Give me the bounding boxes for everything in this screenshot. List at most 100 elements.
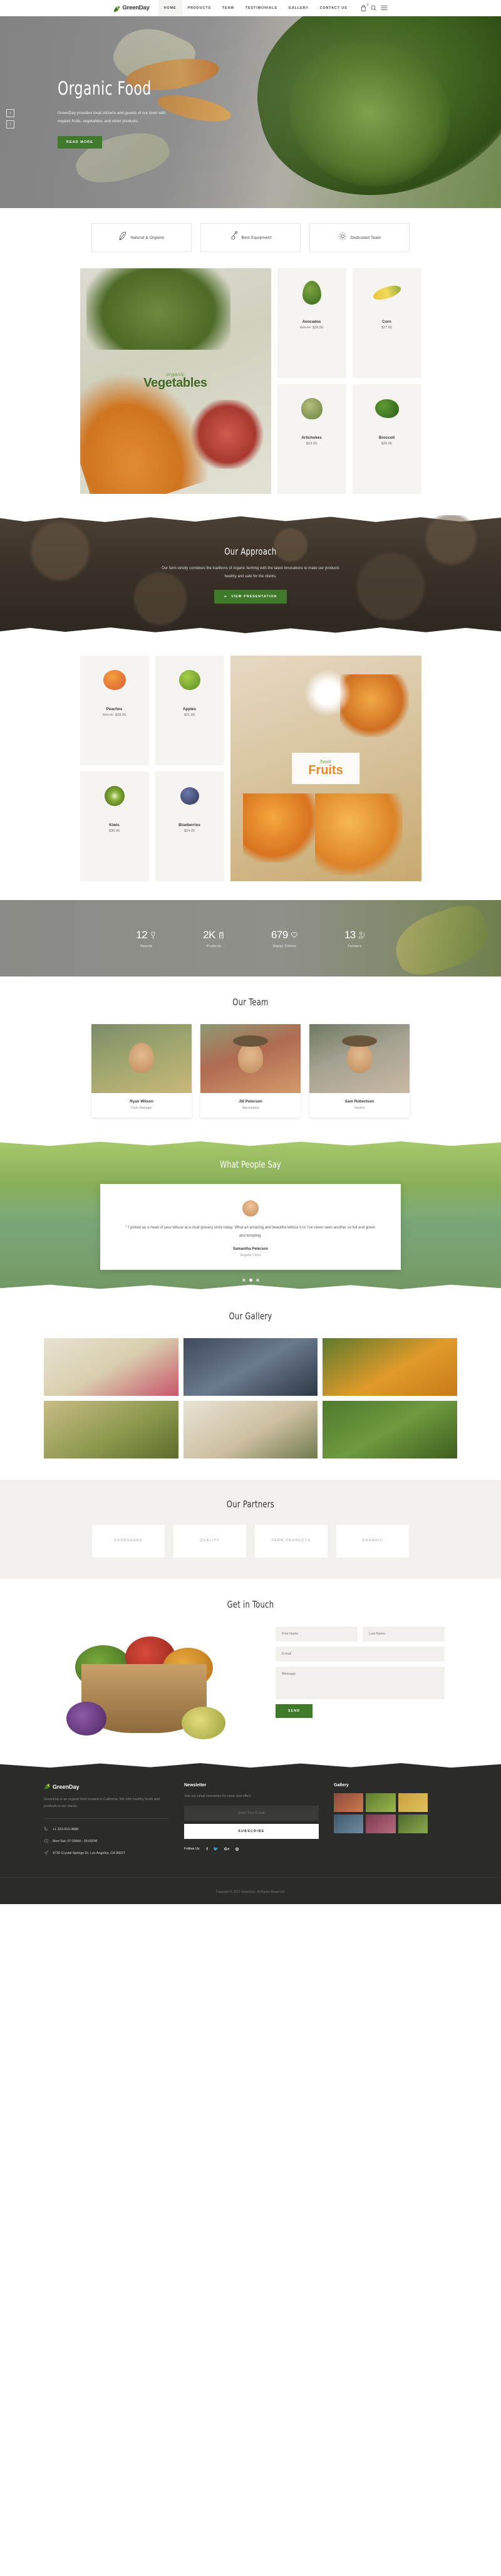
partner-logo[interactable]: FOODSHARE	[92, 1525, 165, 1558]
product-card[interactable]: Peaches $59.00 $28.00	[80, 656, 149, 765]
stat-products: 2K Products	[203, 929, 225, 948]
fruits-banner[interactable]: fresh Fruits	[230, 656, 421, 881]
footer-address-text: 4730 Crystal Springs Dr, Los Angeles, CA…	[53, 1851, 125, 1856]
header-icons: 2	[361, 3, 388, 11]
product-price: $59.00 $28.00	[102, 713, 127, 717]
approach-text: Our farm strictly combines the tradition…	[162, 566, 339, 579]
last-name-input[interactable]	[363, 1626, 445, 1641]
nav-item-contact-us[interactable]: CONTACT US	[314, 0, 353, 16]
vegetables-banner[interactable]: organic Vegetables	[80, 268, 271, 494]
hero-read-more-button[interactable]: READ MORE	[58, 135, 102, 149]
nav-item-home[interactable]: HOME	[158, 0, 182, 16]
footer-gallery-item[interactable]	[334, 1814, 364, 1833]
product-card[interactable]: Corn $27.00	[352, 268, 421, 378]
product-card[interactable]: Avocados $59.00 $28.00	[277, 268, 346, 378]
footer-gallery-title: Gallery	[334, 1783, 349, 1788]
nav-item-gallery[interactable]: GALLERY	[283, 0, 314, 16]
team-member-card[interactable]: Ryan Wilson Farm Manager	[91, 1024, 192, 1118]
carousel-dots[interactable]	[242, 1279, 259, 1282]
gallery-item[interactable]	[323, 1401, 457, 1458]
product-card[interactable]: Apples $21.00	[155, 656, 224, 765]
footer-gallery-item[interactable]	[334, 1793, 364, 1812]
gallery-item[interactable]	[44, 1401, 178, 1458]
logo[interactable]: GreenDay	[113, 4, 150, 12]
partner-logo-text: QUALITY	[200, 1539, 220, 1543]
partner-logo[interactable]: QUALITY	[173, 1525, 246, 1558]
gallery-item[interactable]	[183, 1401, 318, 1458]
hero-title: Organic Food	[58, 78, 152, 99]
nav-item-team[interactable]: TEAM	[217, 0, 240, 16]
team-member-card[interactable]: Jill Peterson Agronomist	[200, 1024, 301, 1118]
newsletter-email-input[interactable]	[184, 1806, 319, 1821]
stat-farmers: 13 Farmers	[344, 929, 365, 948]
gallery-item[interactable]	[183, 1338, 318, 1396]
partner-logo[interactable]: ORGANIC	[336, 1525, 409, 1558]
product-name: Artichokes	[301, 436, 322, 440]
testimonial-author: Samantha Peterson	[232, 1247, 269, 1252]
testimonial-card: “ I picked up a head of your lettuce at …	[100, 1184, 401, 1270]
product-card[interactable]: Blueberries $24.00	[155, 772, 224, 881]
carousel-dot[interactable]	[256, 1279, 259, 1282]
contact-section: Get in Touch SEND	[0, 1579, 501, 1746]
fruits-section: Peaches $59.00 $28.00 Apples $21.00 Kiwis…	[0, 634, 501, 900]
product-image	[277, 268, 346, 317]
feature-natural-organic[interactable]: Natural & Organic	[91, 223, 192, 252]
twitter-icon[interactable]: 🐦	[214, 1846, 219, 1851]
footer-gallery-item[interactable]	[366, 1793, 396, 1812]
footer-gallery-item[interactable]	[366, 1814, 396, 1833]
member-name: Ryan Wilson	[130, 1099, 153, 1104]
message-input[interactable]	[276, 1667, 445, 1699]
location-arrow-icon	[44, 1850, 49, 1856]
google-plus-icon[interactable]: G+	[224, 1847, 230, 1851]
feature-label: Dedicated Team	[350, 235, 381, 240]
stat-label: Happy Clients	[272, 944, 297, 948]
footer-logo[interactable]: GreenDay	[44, 1783, 169, 1790]
cart-button[interactable]: 2	[361, 3, 369, 11]
subscribe-button[interactable]: SUBSCRIBE	[184, 1824, 319, 1840]
team-member-card[interactable]: Sam Robertson Farmer	[309, 1024, 410, 1118]
product-card[interactable]: Kiwis $30.00	[80, 772, 149, 881]
product-image	[277, 384, 346, 433]
newsletter-text: Join our email newsletter for news and o…	[184, 1794, 251, 1798]
product-card[interactable]: Artichokes $23.00	[277, 384, 346, 494]
email-input[interactable]	[276, 1647, 445, 1662]
first-name-input[interactable]	[276, 1626, 358, 1641]
feature-label: Best Equipment	[241, 235, 272, 240]
menu-button[interactable]	[381, 5, 388, 11]
gallery-item[interactable]	[323, 1338, 457, 1396]
carousel-dot[interactable]	[242, 1279, 245, 1282]
footer-gallery-item[interactable]	[398, 1793, 428, 1812]
stat-label: Products	[206, 944, 222, 948]
facebook-icon[interactable]: f	[207, 1847, 208, 1851]
gallery-item[interactable]	[44, 1338, 178, 1396]
partner-logo[interactable]: FARM PRODUCTS	[255, 1525, 328, 1558]
send-button[interactable]: SEND	[276, 1704, 313, 1718]
search-button[interactable]	[371, 5, 376, 11]
approach-title: Our Approach	[224, 545, 277, 557]
fruit-products-grid: Peaches $59.00 $28.00 Apples $21.00 Kiwis…	[80, 656, 224, 881]
avatar	[242, 1200, 259, 1217]
product-name: Avocados	[302, 320, 321, 324]
stat-value: 679	[271, 928, 288, 941]
main-nav: HOME PRODUCTS TEAM TESTIMONIALS GALLERY …	[158, 0, 353, 16]
approach-section: Our Approach Our farm strictly combines …	[0, 515, 501, 634]
hero-next-button[interactable]: ›	[6, 120, 14, 128]
stat-label: Awards	[140, 944, 153, 948]
feature-dedicated-team[interactable]: Dedicated Team	[309, 223, 410, 252]
carousel-dot-active[interactable]	[249, 1279, 252, 1282]
phone-icon	[44, 1826, 48, 1831]
footer-phone[interactable]: +1 323-913-4688	[44, 1826, 169, 1833]
nav-item-products[interactable]: PRODUCTS	[182, 0, 217, 16]
feature-best-equipment[interactable]: Best Equipment	[200, 223, 301, 252]
leaf-logo-icon	[113, 4, 120, 12]
heart-icon	[291, 932, 297, 938]
instagram-icon[interactable]: ◎	[235, 1846, 239, 1851]
hero-prev-button[interactable]: ‹	[6, 109, 14, 117]
product-card[interactable]: Broccoli $25.00	[352, 384, 421, 494]
follow-us-label: Follow Us	[184, 1847, 200, 1851]
nav-item-testimonials[interactable]: TESTIMONIALS	[240, 0, 283, 16]
footer-hours: Mon-Sat: 07:00AM - 05:00PM	[44, 1838, 169, 1845]
footer-gallery-item[interactable]	[398, 1814, 428, 1833]
footer-address[interactable]: 4730 Crystal Springs Dr, Los Angeles, CA…	[44, 1850, 169, 1856]
view-presentation-button[interactable]: ► VIEW PRESENTATION	[214, 590, 287, 604]
